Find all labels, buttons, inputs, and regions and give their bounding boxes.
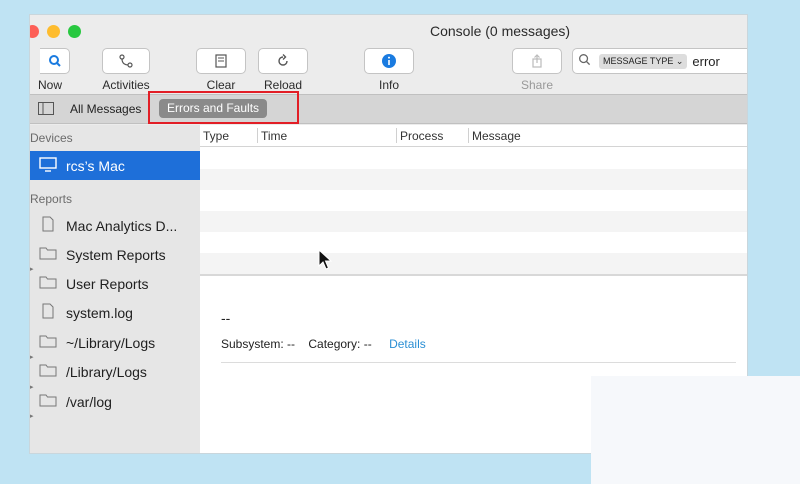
mouse-cursor-icon [318,249,332,270]
column-separator[interactable] [468,128,469,143]
sidebar-item-label: User Reports [66,275,149,292]
share-button[interactable]: Share [511,48,563,92]
title-bar: Console (0 messages) [30,15,747,48]
sidebar-item-device[interactable]: rcs’s Mac [30,151,200,180]
detail-divider [221,362,736,363]
sidebar: Devices rcs’s Mac Reports Mac Analytics … [30,125,200,453]
info-icon [364,48,414,74]
sidebar-item-label: ~/Library/Logs [66,334,156,351]
activities-icon [102,48,150,74]
table-row[interactable] [200,232,747,253]
info-label: Info [378,78,399,92]
sidebar-item-label: system.log [66,304,133,321]
column-separator[interactable] [257,128,258,143]
pane-splitter[interactable] [200,274,747,276]
sidebar-item-system-reports[interactable]: System Reports [30,240,200,269]
table-row[interactable] [200,169,747,190]
info-button[interactable]: Info [364,48,414,92]
now-label: Now [38,78,63,92]
sidebar-item-label: System Reports [66,246,166,263]
table-row[interactable] [200,148,747,169]
devices-heading: Devices [30,131,73,145]
sidebar-item-mac-analytics[interactable]: Mac Analytics D... [30,211,200,240]
document-icon [38,216,58,235]
search-field[interactable]: MESSAGE TYPE ⌄ error [572,48,747,74]
activities-button[interactable]: Activities [87,48,165,92]
column-separator[interactable] [396,128,397,143]
sidebar-item-label: /var/log [66,393,112,410]
now-icon [40,48,70,74]
table-row[interactable] [200,253,747,274]
message-type-token[interactable]: MESSAGE TYPE ⌄ [599,53,688,69]
sidebar-item-var-log[interactable]: /var/log [30,387,200,416]
background-glare [591,376,800,484]
filter-bar: All Messages Errors and Faults [30,94,747,124]
document-icon [38,303,58,322]
folder-icon [38,334,58,351]
column-type[interactable]: Type [203,129,229,143]
table-row[interactable] [200,211,747,232]
sidebar-item-user-reports[interactable]: User Reports [30,269,200,298]
clear-icon [196,48,246,74]
maximize-window-button[interactable] [68,25,81,38]
now-button[interactable]: Now [30,48,74,92]
minimize-window-button[interactable] [47,25,60,38]
reload-label: Reload [263,78,303,92]
subsystem-value: Subsystem: -- [221,337,296,351]
detail-meta: Subsystem: -- Category: -- Details [221,337,426,351]
all-messages-filter[interactable]: All Messages [70,102,141,116]
highlight-annotation [148,91,299,124]
reload-icon [258,48,308,74]
search-icon [573,53,595,69]
folder-icon [38,363,58,380]
clear-label: Clear [206,78,236,92]
share-label: Share [520,78,554,92]
sidebar-item-library-logs[interactable]: /Library/Logs [30,357,200,386]
folder-icon [38,393,58,410]
sidebar-item-label: /Library/Logs [66,363,147,380]
column-message[interactable]: Message [472,129,521,143]
clear-button[interactable]: Clear [196,48,246,92]
computer-icon [38,156,58,175]
search-value[interactable]: error [692,54,719,69]
table-row[interactable] [200,190,747,211]
share-icon [512,48,562,74]
folder-icon [38,275,58,292]
sidebar-item-label: Mac Analytics D... [66,217,178,234]
close-window-button[interactable] [30,25,39,38]
window-title: Console (0 messages) [430,23,571,39]
category-value: Category: -- [308,337,372,351]
sidebar-toggle-icon[interactable] [38,102,54,118]
reload-button[interactable]: Reload [257,48,309,92]
sidebar-item-label: rcs’s Mac [66,157,125,174]
sidebar-item-system-log[interactable]: system.log [30,298,200,327]
sidebar-item-user-library-logs[interactable]: ~/Library/Logs [30,328,200,357]
table-header: Type Time Process Message [200,125,747,147]
column-time[interactable]: Time [261,129,287,143]
reports-heading: Reports [30,192,73,206]
activities-label: Activities [102,78,150,92]
folder-icon [38,246,58,263]
detail-title: -- [221,310,231,326]
details-link[interactable]: Details [389,337,426,351]
column-process[interactable]: Process [400,129,443,143]
